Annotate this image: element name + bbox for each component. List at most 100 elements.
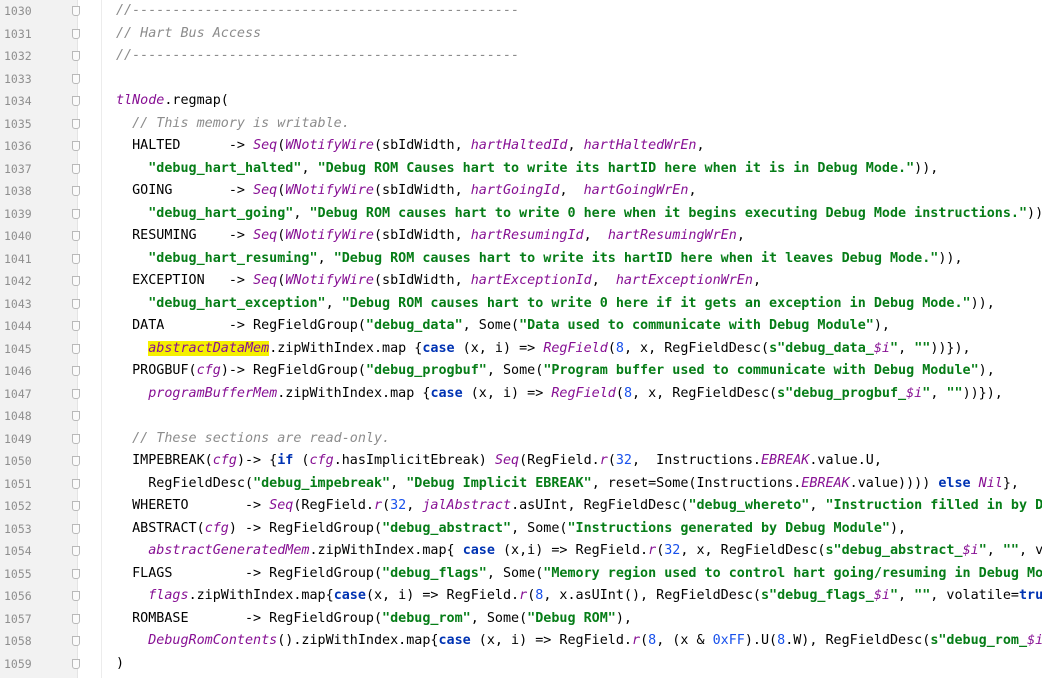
code-line[interactable]: 1055 FLAGS -> RegFieldGroup("debug_flags… — [0, 563, 1042, 586]
fold-marker-icon[interactable] — [72, 433, 80, 444]
code-content[interactable]: RESUMING -> Seq(WNotifyWire(sbIdWidth, h… — [116, 225, 745, 248]
code-line[interactable]: 1033 — [0, 68, 1042, 91]
code-content[interactable]: PROGBUF(cfg)-> RegFieldGroup("debug_prog… — [116, 360, 995, 383]
code-text: , — [898, 340, 915, 356]
fold-marker-icon[interactable] — [72, 546, 80, 556]
fold-marker-icon[interactable] — [72, 28, 80, 39]
code-line[interactable]: 1036 HALTED -> Seq(WNotifyWire(sbIdWidth… — [0, 135, 1042, 158]
line-number: 1052 — [4, 499, 32, 513]
fold-marker-icon[interactable] — [72, 636, 80, 646]
code-identifier: $i — [873, 340, 890, 356]
code-content[interactable]: programBufferMem.zipWithIndex.map {case … — [116, 383, 1003, 406]
code-editor[interactable]: 1030 //----------------------------------… — [0, 0, 1042, 678]
code-content[interactable]: ABSTRACT(cfg) -> RegFieldGroup("debug_ab… — [116, 518, 906, 541]
fold-marker-icon[interactable] — [72, 163, 80, 174]
fold-marker-icon[interactable] — [72, 186, 80, 196]
fold-marker-icon[interactable] — [72, 523, 80, 534]
code-line[interactable]: 1034 tlNode.regmap( — [0, 90, 1042, 113]
code-line[interactable]: 1051 RegFieldDesc("debug_impebreak", "De… — [0, 473, 1042, 496]
code-line[interactable]: 1058 DebugRomContents().zipWithIndex.map… — [0, 630, 1042, 653]
fold-marker-icon[interactable] — [72, 118, 80, 129]
fold-marker-icon[interactable] — [72, 6, 80, 16]
fold-marker-icon[interactable] — [72, 96, 80, 106]
code-content[interactable]: HALTED -> Seq(WNotifyWire(sbIdWidth, har… — [116, 135, 704, 158]
code-content[interactable]: GOING -> Seq(WNotifyWire(sbIdWidth, hart… — [116, 180, 696, 203]
code-content[interactable]: tlNode.regmap( — [116, 90, 229, 113]
fold-marker-icon[interactable] — [72, 658, 80, 669]
code-line[interactable]: 1049 // These sections are read-only. — [0, 428, 1042, 451]
code-line[interactable]: 1048 — [0, 405, 1042, 428]
code-line[interactable]: 1053 ABSTRACT(cfg) -> RegFieldGroup("deb… — [0, 518, 1042, 541]
fold-marker-icon[interactable] — [72, 321, 80, 331]
code-line[interactable]: 1056 flags.zipWithIndex.map{case(x, i) =… — [0, 585, 1042, 608]
fold-marker-icon[interactable] — [72, 73, 80, 84]
code-line[interactable]: 1043 "debug_hart_exception", "Debug ROM … — [0, 293, 1042, 316]
fold-marker-icon[interactable] — [72, 613, 80, 624]
code-content[interactable]: //--------------------------------------… — [116, 45, 519, 68]
fold-marker-icon[interactable] — [72, 208, 80, 219]
code-content[interactable]: "debug_hart_going", "Debug ROM causes ha… — [116, 203, 1042, 226]
code-content[interactable]: RegFieldDesc("debug_impebreak", "Debug I… — [116, 473, 1019, 496]
code-content[interactable]: DATA -> RegFieldGroup("debug_data", Some… — [116, 315, 890, 338]
code-content[interactable]: "debug_hart_resuming", "Debug ROM causes… — [116, 248, 962, 271]
fold-marker-icon[interactable] — [72, 568, 80, 579]
code-content[interactable]: ROMBASE -> RegFieldGroup("debug_rom", So… — [116, 608, 632, 631]
code-line[interactable]: 1047 programBufferMem.zipWithIndex.map {… — [0, 383, 1042, 406]
fold-marker-icon[interactable] — [72, 591, 80, 601]
code-content[interactable]: IMPEBREAK(cfg)-> {if (cfg.hasImplicitEbr… — [116, 450, 882, 473]
code-number: 32 — [615, 453, 632, 468]
code-text: , — [898, 588, 915, 603]
code-line[interactable]: 1042 EXCEPTION -> Seq(WNotifyWire(sbIdWi… — [0, 270, 1042, 293]
fold-marker-icon[interactable] — [72, 276, 80, 286]
code-line[interactable]: 1031 // Hart Bus Access — [0, 23, 1042, 46]
code-string: s"debug_progbuf_ — [777, 385, 907, 401]
code-content[interactable]: FLAGS -> RegFieldGroup("debug_flags", So… — [116, 563, 1042, 586]
code-line[interactable]: 1035 // This memory is writable. — [0, 113, 1042, 136]
code-line[interactable]: 1032 //----------------------------------… — [0, 45, 1042, 68]
code-text: (sbIdWidth, — [374, 228, 471, 243]
code-line[interactable]: 1054 abstractGeneratedMem.zipWithIndex.m… — [0, 540, 1042, 563]
code-identifier: cfg — [196, 363, 221, 378]
code-content[interactable]: DebugRomContents().zipWithIndex.map{case… — [116, 630, 1042, 653]
code-content[interactable]: EXCEPTION -> Seq(WNotifyWire(sbIdWidth, … — [116, 270, 761, 293]
fold-marker-icon[interactable] — [72, 51, 80, 61]
fold-marker-icon[interactable] — [72, 388, 80, 399]
code-content[interactable]: flags.zipWithIndex.map{case(x, i) => Reg… — [116, 585, 1042, 608]
code-content[interactable]: // This memory is writable. — [116, 113, 350, 136]
fold-marker-icon[interactable] — [72, 298, 80, 309]
fold-marker-icon[interactable] — [72, 366, 80, 376]
code-line[interactable]: 1030 //----------------------------------… — [0, 0, 1042, 23]
fold-marker-icon[interactable] — [72, 141, 80, 151]
code-lines[interactable]: 1030 //----------------------------------… — [0, 0, 1042, 675]
fold-marker-icon[interactable] — [72, 343, 80, 354]
code-line[interactable]: 1057 ROMBASE -> RegFieldGroup("debug_rom… — [0, 608, 1042, 631]
code-line[interactable]: 1037 "debug_hart_halted", "Debug ROM Cau… — [0, 158, 1042, 181]
code-text: , Some( — [470, 610, 528, 626]
line-number: 1048 — [4, 409, 32, 423]
code-line[interactable]: 1059) — [0, 653, 1042, 676]
fold-marker-icon[interactable] — [72, 231, 80, 241]
code-line[interactable]: 1052 WHERETO -> Seq(RegField.r(32, jalAb… — [0, 495, 1042, 518]
code-line[interactable]: 1039 "debug_hart_going", "Debug ROM caus… — [0, 203, 1042, 226]
code-content[interactable]: abstractDataMem.zipWithIndex.map {case (… — [116, 338, 971, 361]
fold-marker-icon[interactable] — [72, 478, 80, 489]
code-content[interactable]: // Hart Bus Access — [116, 23, 261, 46]
fold-marker-icon[interactable] — [72, 411, 80, 421]
code-content[interactable]: "debug_hart_halted", "Debug ROM Causes h… — [116, 158, 938, 181]
code-content[interactable]: //--------------------------------------… — [116, 0, 519, 23]
code-line[interactable]: 1044 DATA -> RegFieldGroup("debug_data",… — [0, 315, 1042, 338]
fold-marker-icon[interactable] — [72, 253, 80, 264]
code-line[interactable]: 1041 "debug_hart_resuming", "Debug ROM c… — [0, 248, 1042, 271]
code-line[interactable]: 1050 IMPEBREAK(cfg)-> {if (cfg.hasImplic… — [0, 450, 1042, 473]
fold-marker-icon[interactable] — [72, 501, 80, 511]
fold-marker-icon[interactable] — [72, 456, 80, 466]
code-content[interactable]: abstractGeneratedMem.zipWithIndex.map{ c… — [116, 540, 1042, 563]
code-content[interactable]: ) — [116, 653, 124, 676]
code-line[interactable]: 1038 GOING -> Seq(WNotifyWire(sbIdWidth,… — [0, 180, 1042, 203]
code-content[interactable]: WHERETO -> Seq(RegField.r(32, jalAbstrac… — [116, 495, 1042, 518]
code-line[interactable]: 1045 abstractDataMem.zipWithIndex.map {c… — [0, 338, 1042, 361]
code-content[interactable]: "debug_hart_exception", "Debug ROM cause… — [116, 293, 995, 316]
code-line[interactable]: 1040 RESUMING -> Seq(WNotifyWire(sbIdWid… — [0, 225, 1042, 248]
code-content[interactable]: // These sections are read-only. — [116, 428, 390, 451]
code-line[interactable]: 1046 PROGBUF(cfg)-> RegFieldGroup("debug… — [0, 360, 1042, 383]
